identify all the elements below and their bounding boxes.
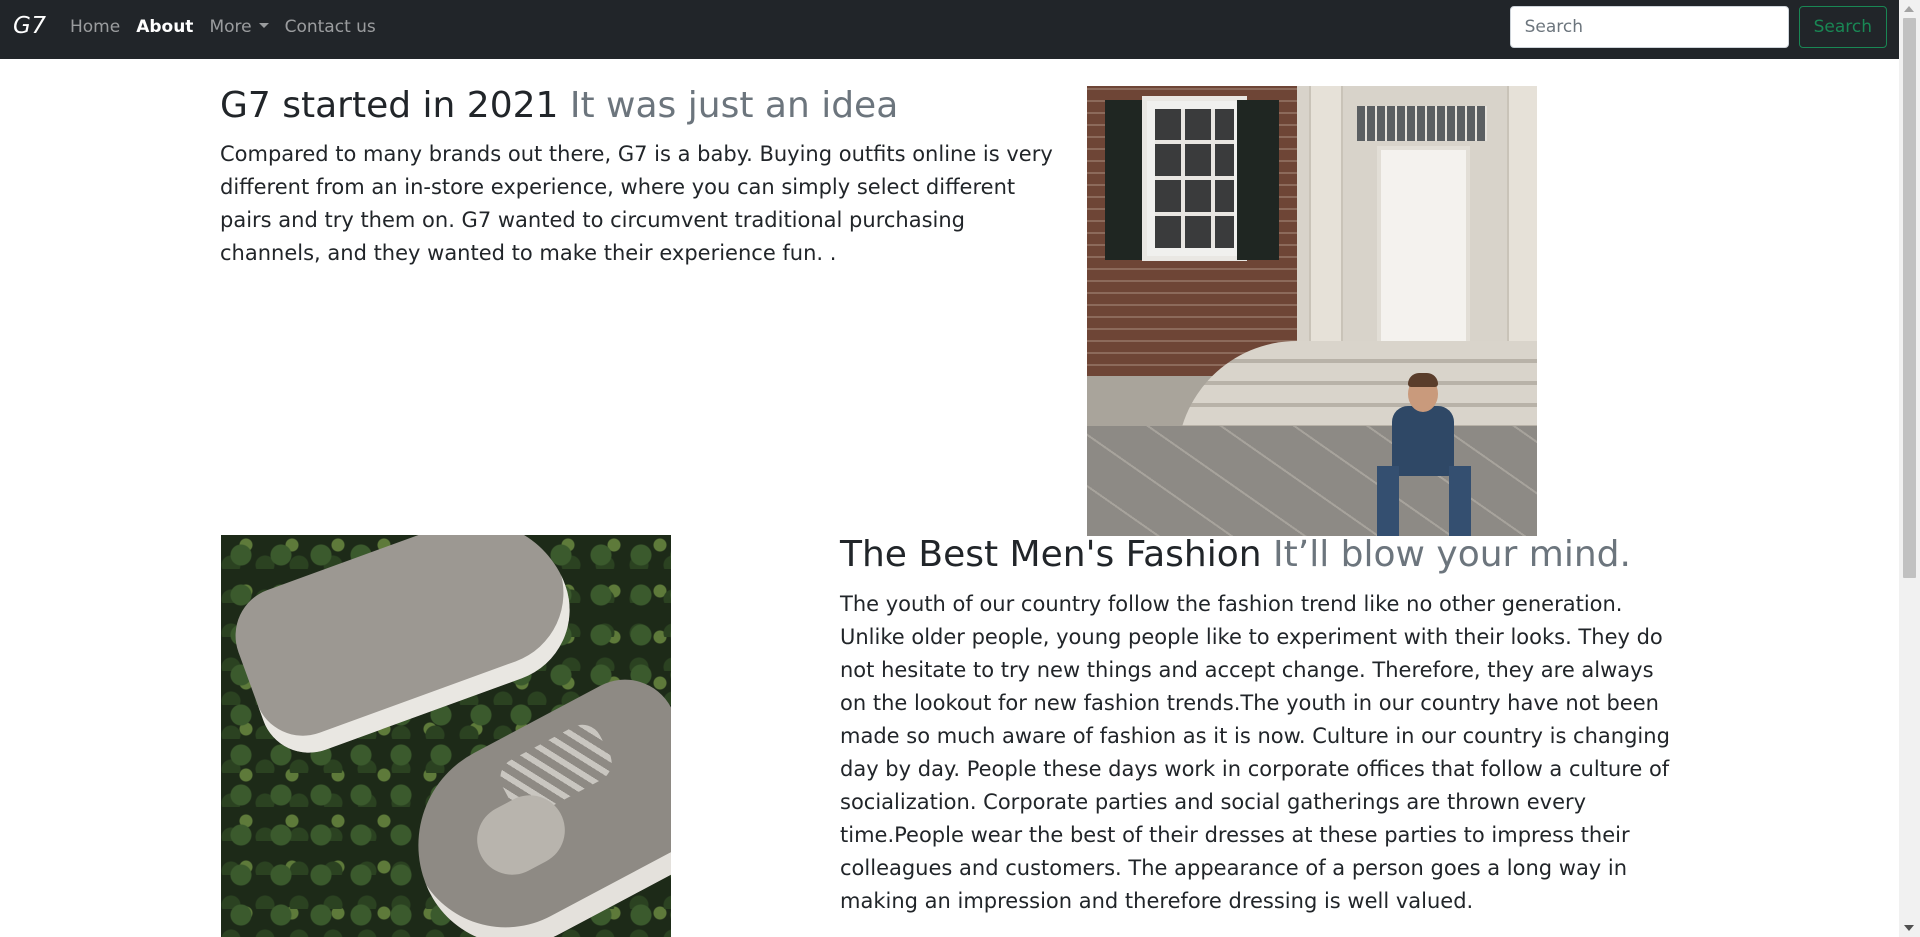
search-form: Search xyxy=(1509,6,1887,48)
chevron-down-icon xyxy=(258,22,269,28)
search-button[interactable]: Search xyxy=(1798,6,1887,48)
nav-links: Home About More Contact us xyxy=(62,17,384,37)
navbar: G7 Home About More Contact us Search xyxy=(0,0,1899,59)
page: G7 Home About More Contact us Search G7 … xyxy=(0,0,1920,937)
section1-heading-muted: It was just an idea xyxy=(569,85,899,126)
brand-logo[interactable]: G7 xyxy=(13,13,46,39)
nav-about[interactable]: About xyxy=(128,17,201,37)
nav-home[interactable]: Home xyxy=(62,17,128,37)
section1-heading: G7 started in 2021 It was just an idea xyxy=(220,84,898,127)
scrollbar-thumb[interactable] xyxy=(1903,18,1916,578)
scroll-up-icon[interactable] xyxy=(1904,6,1914,12)
search-input[interactable] xyxy=(1509,6,1789,48)
nav-more-dropdown[interactable]: More xyxy=(201,17,276,37)
section2-heading-main: The Best Men's Fashion xyxy=(840,534,1262,575)
section2-heading: The Best Men's Fashion It’ll blow your m… xyxy=(840,533,1631,576)
section2-heading-muted: It’ll blow your mind. xyxy=(1273,534,1631,575)
section1-heading-main: G7 started in 2021 xyxy=(220,85,559,126)
sneakers-image xyxy=(221,535,671,937)
nav-contact[interactable]: Contact us xyxy=(277,17,384,37)
section2-body: The youth of our country follow the fash… xyxy=(840,592,1670,913)
scroll-down-icon[interactable] xyxy=(1904,925,1914,931)
man-on-steps-image xyxy=(1087,86,1537,536)
section1-body: Compared to many brands out there, G7 is… xyxy=(220,142,1053,265)
nav-more-label: More xyxy=(209,17,252,37)
vertical-scrollbar[interactable] xyxy=(1899,0,1920,937)
